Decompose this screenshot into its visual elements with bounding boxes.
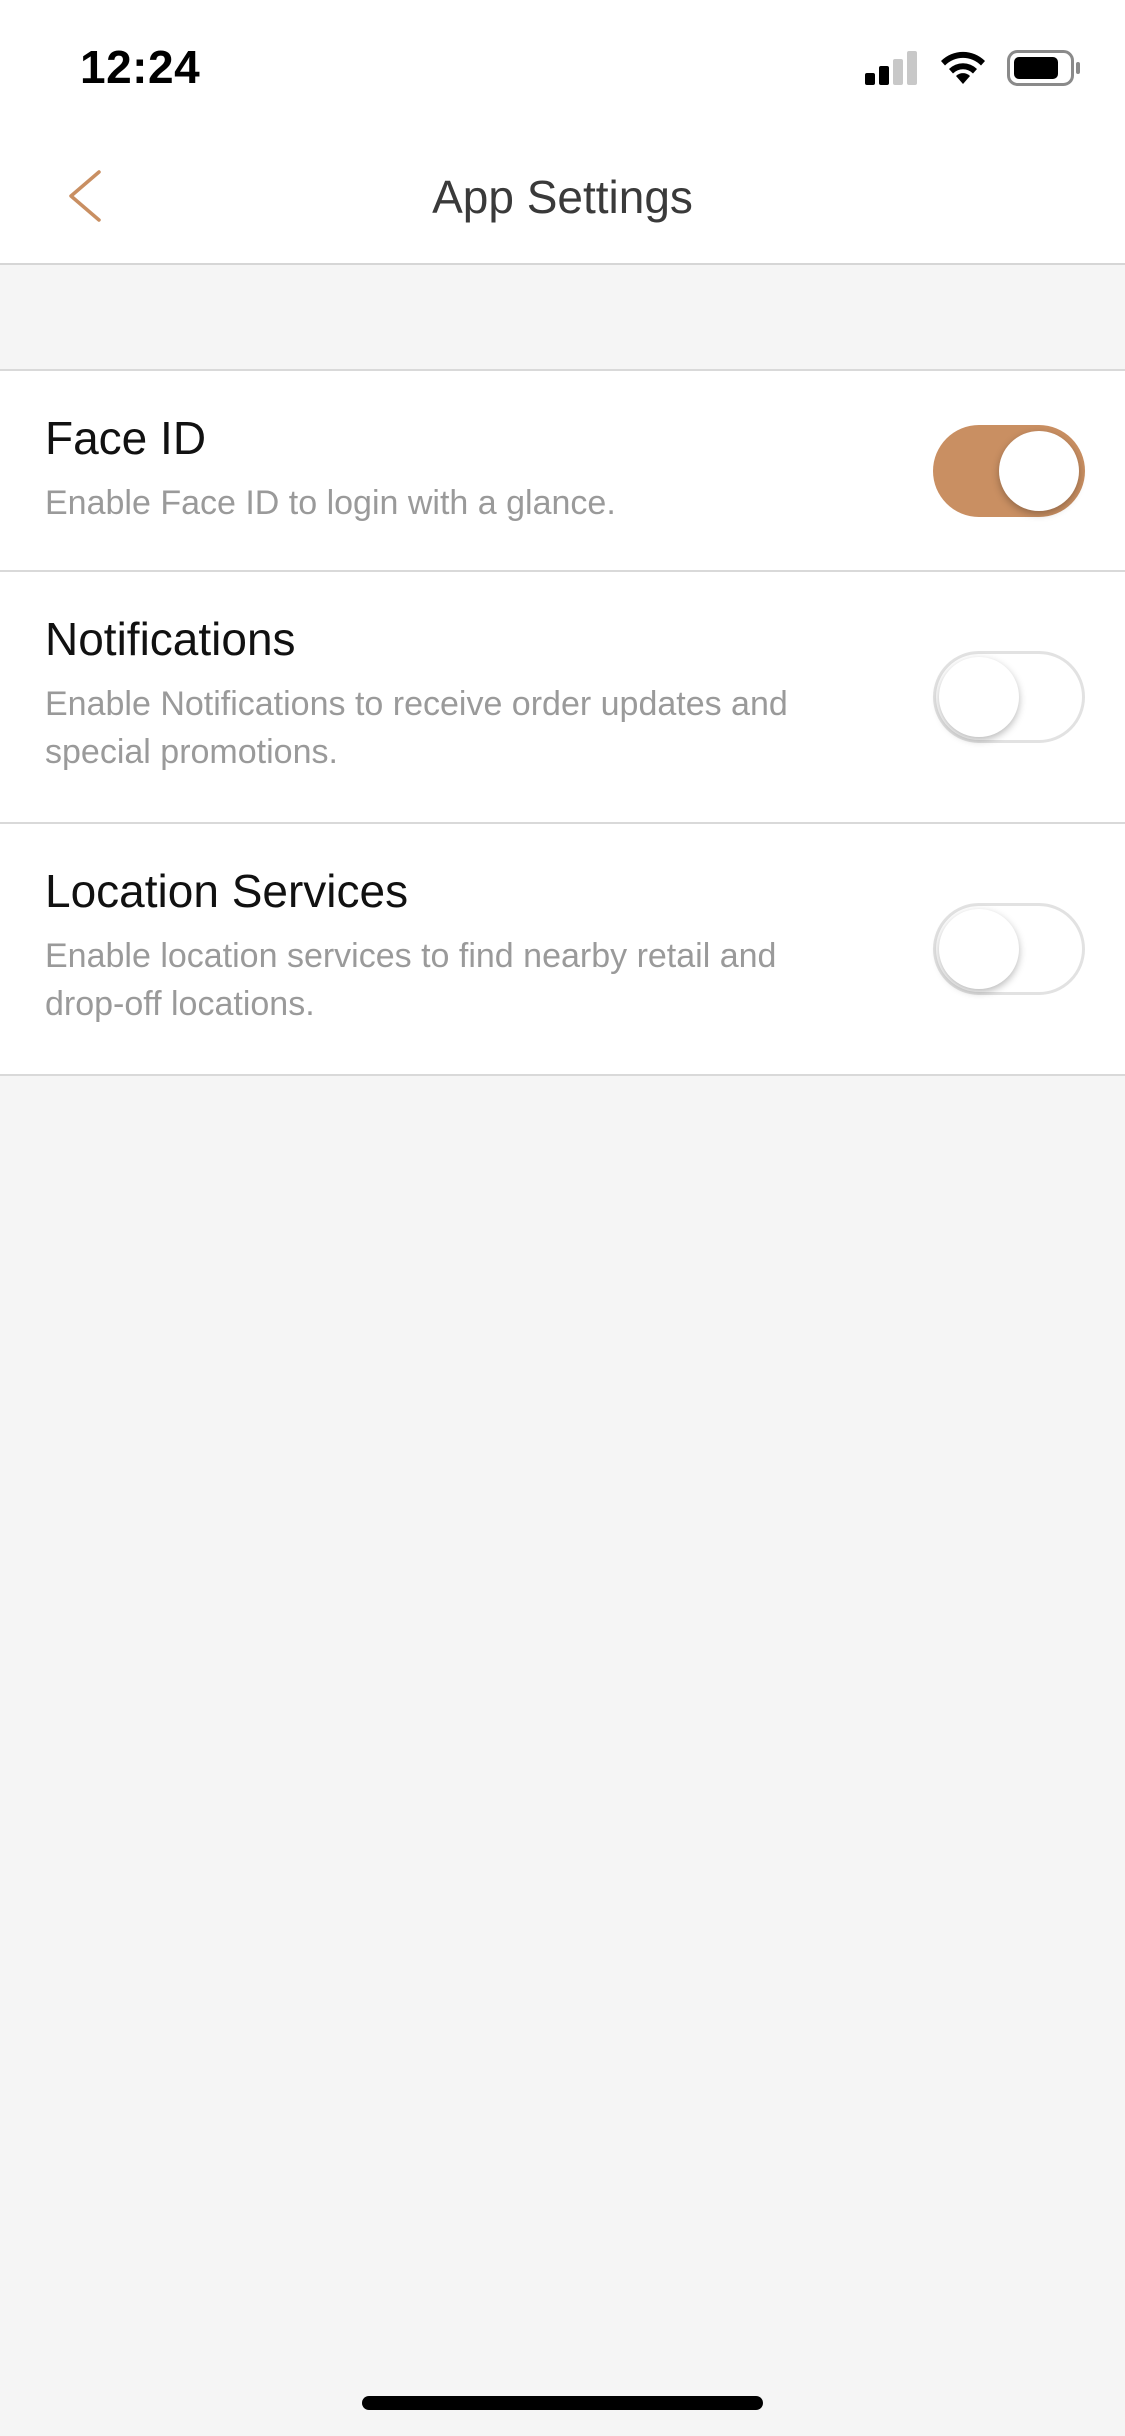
cellular-signal-icon: [865, 50, 919, 90]
status-bar: 12:24: [0, 0, 1125, 132]
home-indicator[interactable]: [362, 2396, 763, 2410]
setting-row-notifications: Notifications Enable Notifications to re…: [0, 572, 1125, 824]
app-settings-screen: 12:24 App Settings Face ID Enable Face I…: [0, 0, 1125, 2436]
toggle-knob: [939, 657, 1019, 737]
wifi-icon: [939, 50, 987, 91]
setting-description: Enable Face ID to login with a glance.: [45, 484, 616, 522]
status-icons: [865, 49, 1081, 91]
location-services-toggle[interactable]: [933, 903, 1085, 995]
toggle-knob: [999, 431, 1079, 511]
face-id-toggle[interactable]: [933, 425, 1085, 517]
battery-icon: [1007, 49, 1081, 91]
navigation-bar: App Settings: [0, 132, 1125, 265]
status-time: 12:24: [80, 41, 201, 93]
setting-title: Location Services: [45, 865, 409, 917]
page-title: App Settings: [432, 171, 693, 223]
setting-description: Enable Notifications to receive order up…: [45, 685, 788, 771]
setting-title: Face ID: [45, 412, 207, 464]
setting-description: Enable location services to find nearby …: [45, 937, 777, 1023]
settings-list: Face ID Enable Face ID to login with a g…: [0, 369, 1125, 1076]
setting-title: Notifications: [45, 613, 296, 665]
toggle-knob: [939, 909, 1019, 989]
setting-row-face-id: Face ID Enable Face ID to login with a g…: [0, 371, 1125, 572]
notifications-toggle[interactable]: [933, 651, 1085, 743]
setting-row-location-services: Location Services Enable location servic…: [0, 824, 1125, 1074]
